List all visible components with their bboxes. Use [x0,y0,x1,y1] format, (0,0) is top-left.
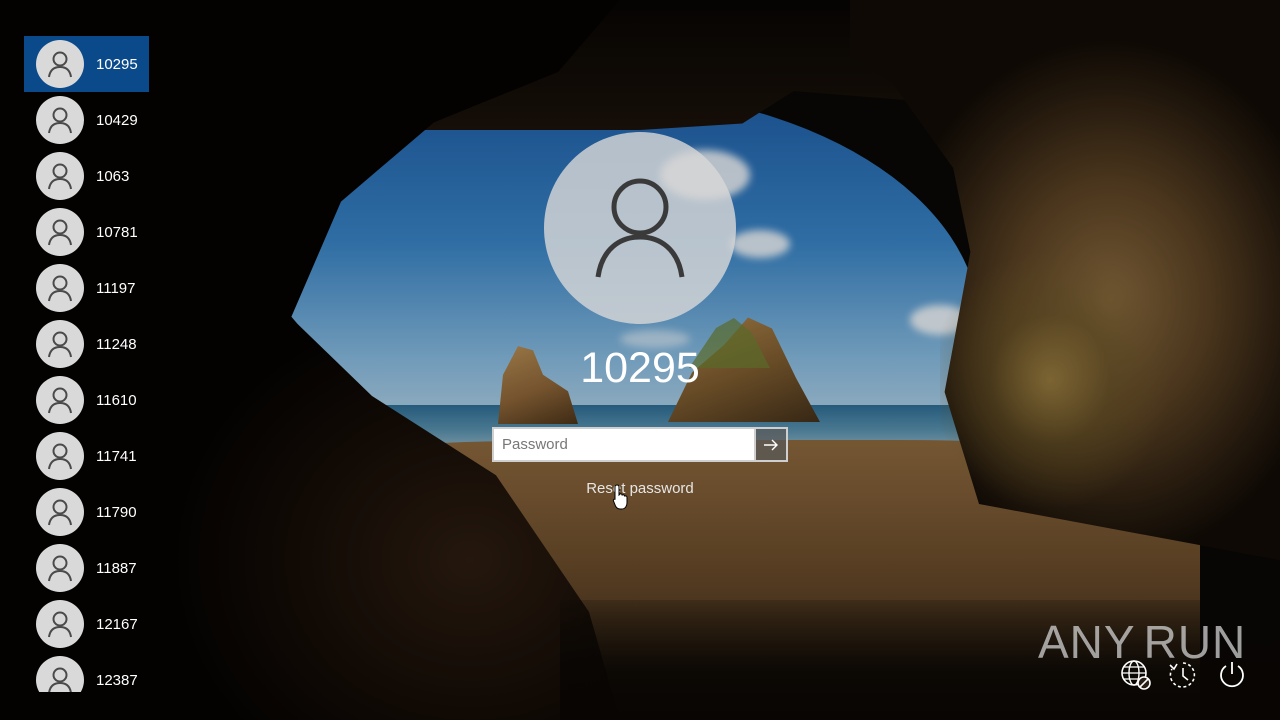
user-avatar [36,600,84,648]
user-avatar [36,544,84,592]
user-icon [48,387,72,414]
user-name: 10781 [96,223,138,241]
user-list-item[interactable]: 10429 [24,92,149,148]
user-icon [48,331,72,358]
lock-screen: 10295 10429 1063 10781 11197 11248 11610 11741 1… [0,0,1280,720]
reset-password-link[interactable]: Reset password [540,480,740,497]
user-icon [48,219,72,246]
user-icon [48,499,72,526]
user-list-item[interactable]: 10295 [24,36,149,92]
user-avatar [36,152,84,200]
user-list-item[interactable]: 11197 [24,260,149,316]
user-name: 11887 [96,559,137,577]
user-icon [48,443,72,470]
user-list-item[interactable]: 11887 [24,540,149,596]
user-name: 11248 [96,335,137,353]
user-list-item[interactable]: 10781 [24,204,149,260]
user-list-item[interactable]: 12387 [24,652,149,692]
selected-user-name: 10295 [580,344,700,392]
password-row [492,427,788,462]
arrow-right-icon [764,439,778,450]
user-name: 10429 [96,111,138,129]
user-name: 10295 [96,55,138,73]
password-input[interactable] [492,427,754,462]
submit-button[interactable] [754,427,788,462]
user-icon [595,178,685,278]
ease-of-access-icon [1169,662,1196,688]
user-avatar [36,488,84,536]
power-icon [1220,662,1244,688]
user-icon [48,51,72,78]
user-icon [48,611,72,638]
user-list-item[interactable]: 11741 [24,428,149,484]
selected-user-avatar [544,132,736,324]
user-icon [48,555,72,582]
user-avatar [36,96,84,144]
user-list: 10295 10429 1063 10781 11197 11248 11610 11741 1… [24,36,149,692]
user-name: 1063 [96,167,130,185]
user-avatar [36,264,84,312]
power-button[interactable] [1215,658,1249,692]
user-icon [48,163,72,190]
user-icon [48,667,72,692]
user-list-item[interactable]: 11248 [24,316,149,372]
user-list-item[interactable]: 1063 [24,148,149,204]
user-name: 11741 [96,447,137,465]
ease-of-access-button[interactable] [1166,658,1200,692]
user-name: 12167 [96,615,138,633]
user-list-item[interactable]: 12167 [24,596,149,652]
user-avatar [36,208,84,256]
hand-cursor-icon [612,484,628,510]
network-icon [1121,660,1151,690]
user-name: 12387 [96,671,138,689]
user-list-item[interactable]: 11790 [24,484,149,540]
network-button[interactable] [1119,658,1153,692]
user-name: 11610 [96,391,137,409]
user-icon [48,107,72,134]
user-name: 11197 [96,279,136,297]
user-avatar [36,376,84,424]
user-avatar [36,40,84,88]
user-avatar [36,432,84,480]
user-avatar [36,656,84,692]
user-name: 11790 [96,503,137,521]
user-avatar [36,320,84,368]
user-icon [48,275,72,302]
user-list-item[interactable]: 11610 [24,372,149,428]
